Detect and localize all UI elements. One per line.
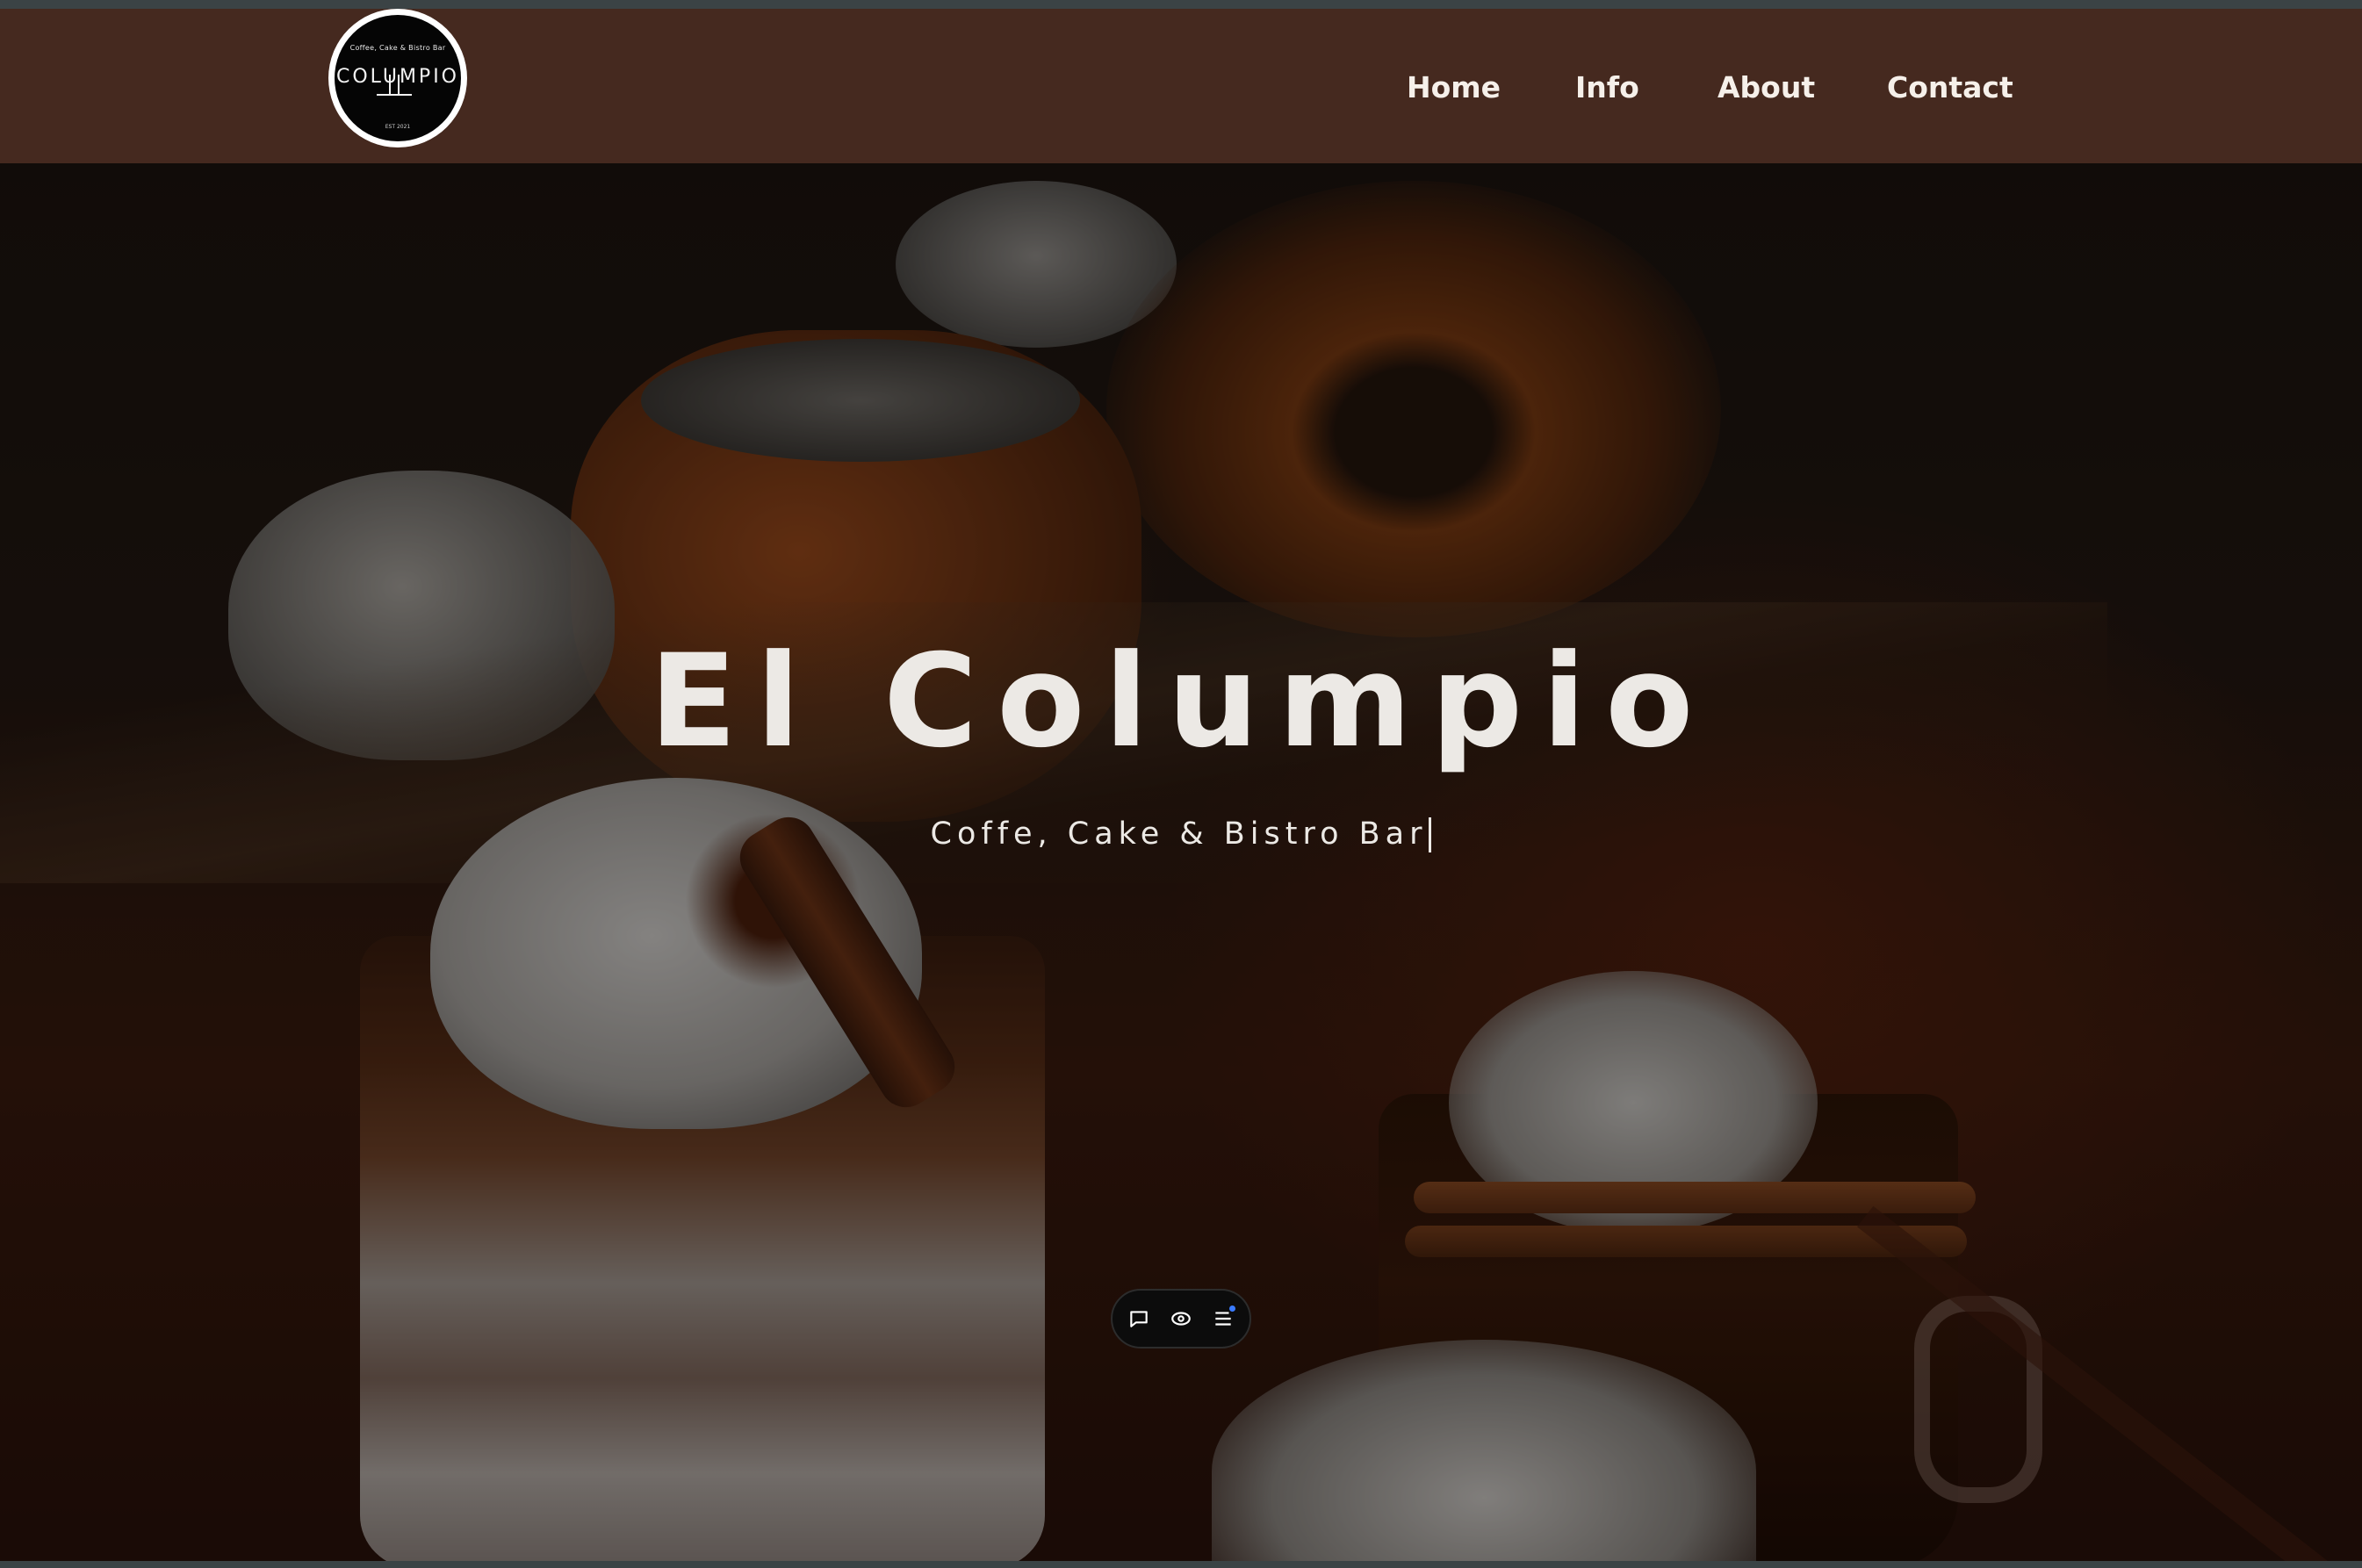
view-button[interactable] — [1165, 1303, 1197, 1334]
window-bottom-strip — [0, 1561, 2362, 1568]
window-top-strip — [0, 0, 2362, 9]
hero-section: El Columpio Coffe, Cake & Bistro Bar — [0, 163, 2362, 1561]
hero-title: El Columpio — [649, 627, 1713, 776]
site-header: Coffee, Cake & Bistro Bar COLUMPIO EST 2… — [0, 9, 2362, 163]
nav-about[interactable]: About — [1717, 70, 1815, 104]
menu-list-button[interactable] — [1207, 1303, 1239, 1334]
swing-icon — [377, 75, 412, 96]
comment-button[interactable] — [1123, 1303, 1155, 1334]
eye-icon — [1171, 1312, 1191, 1326]
floating-toolbar — [1111, 1289, 1251, 1349]
hero-dark-overlay — [0, 163, 2362, 1561]
hero-subtitle-text: Coffe, Cake & Bistro Bar — [930, 816, 1428, 852]
nav-home[interactable]: Home — [1407, 70, 1501, 104]
logo-est: EST 2021 — [385, 124, 411, 130]
page: Coffee, Cake & Bistro Bar COLUMPIO EST 2… — [0, 0, 2362, 1568]
logo[interactable]: Coffee, Cake & Bistro Bar COLUMPIO EST 2… — [328, 9, 467, 147]
logo-badge: Coffee, Cake & Bistro Bar COLUMPIO EST 2… — [335, 15, 461, 141]
logo-tagline: Coffee, Cake & Bistro Bar — [349, 44, 446, 52]
nav-info[interactable]: Info — [1575, 70, 1639, 104]
comment-icon — [1130, 1311, 1148, 1327]
hero-subtitle: Coffe, Cake & Bistro Bar — [0, 816, 2362, 852]
nav-contact[interactable]: Contact — [1887, 70, 2013, 104]
typing-cursor — [1429, 817, 1432, 852]
notification-dot — [1229, 1305, 1235, 1312]
